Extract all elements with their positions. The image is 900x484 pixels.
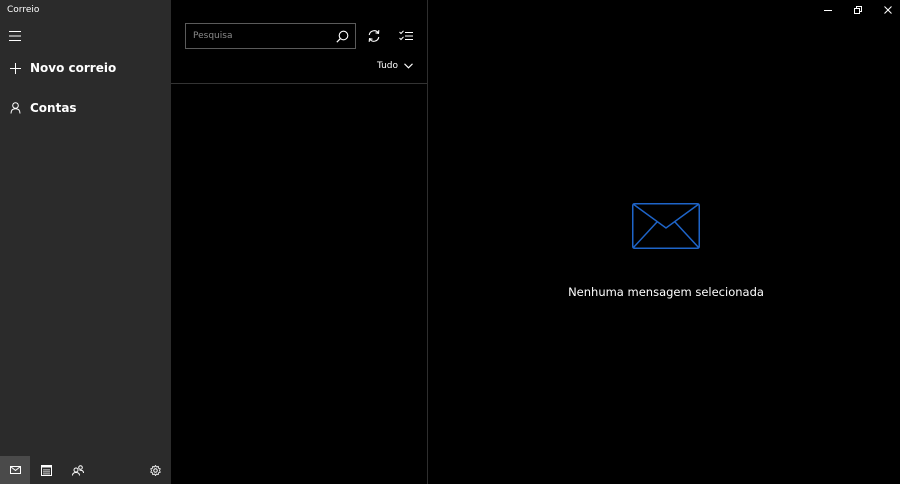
divider <box>171 83 427 84</box>
accounts-label: Contas <box>30 101 77 115</box>
search-box <box>185 23 356 49</box>
checklist-icon <box>399 30 413 41</box>
mail-nav-button[interactable] <box>0 456 30 484</box>
calendar-icon <box>40 464 52 476</box>
search-input[interactable] <box>186 24 333 48</box>
restore-icon <box>854 6 862 14</box>
people-icon <box>72 464 84 476</box>
reading-pane: Nenhuma mensagem selecionada <box>428 0 900 484</box>
new-mail-button[interactable]: Novo correio <box>0 52 171 84</box>
message-list-pane: Tudo <box>171 0 428 484</box>
person-icon <box>0 102 30 114</box>
people-nav-button[interactable] <box>63 456 93 484</box>
minimize-icon <box>824 10 832 11</box>
filter-label: Tudo <box>376 61 398 71</box>
gear-icon <box>149 464 161 476</box>
filter-dropdown[interactable]: Tudo <box>377 61 413 71</box>
search-icon <box>335 30 348 43</box>
mail-app: Correio Novo correio Contas Pesquisa Tud… <box>0 0 900 484</box>
envelope-icon <box>632 203 700 253</box>
minimize-button[interactable] <box>813 0 843 20</box>
empty-state-message: Nenhuma mensagem selecionada <box>568 285 764 299</box>
app-title: Correio <box>7 5 40 15</box>
bottom-nav-bar <box>0 456 171 484</box>
close-button[interactable] <box>873 0 900 20</box>
mail-icon <box>9 466 21 474</box>
sync-icon <box>368 30 380 42</box>
chevron-down-icon <box>404 63 413 69</box>
search-button[interactable] <box>333 27 351 45</box>
selection-mode-button[interactable] <box>396 26 416 46</box>
close-icon <box>884 6 892 14</box>
accounts-button[interactable]: Contas <box>0 92 171 124</box>
plus-icon <box>0 62 30 74</box>
sidebar: Correio Novo correio Contas <box>0 0 171 484</box>
sync-button[interactable] <box>364 26 384 46</box>
settings-nav-button[interactable] <box>140 456 170 484</box>
restore-button[interactable] <box>843 0 873 20</box>
hamburger-menu-button[interactable] <box>4 26 26 46</box>
hamburger-icon <box>9 31 21 41</box>
calendar-nav-button[interactable] <box>31 456 61 484</box>
new-mail-label: Novo correio <box>30 61 117 75</box>
